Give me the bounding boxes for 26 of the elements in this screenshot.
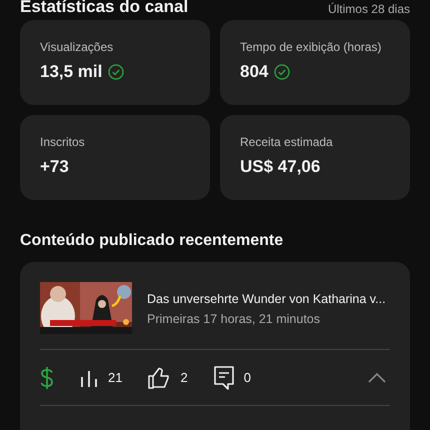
stat-card[interactable]: Visualizações 13,5 mil [20, 20, 210, 105]
stat-card[interactable]: Inscritos +73 [20, 115, 210, 200]
section-title: Conteúdo publicado recentemente [20, 232, 284, 250]
stat-label: Tempo de exibição (horas) [240, 40, 382, 54]
comment-count: 0 [244, 370, 251, 385]
stat-card[interactable]: Tempo de exibição (horas) 804 [220, 20, 410, 105]
comment-icon[interactable] [214, 366, 234, 390]
dollar-icon[interactable] [40, 366, 54, 390]
stat-label: Visualizações [40, 40, 114, 54]
check-circle-icon [274, 64, 290, 80]
stat-value: 13,5 mil [40, 62, 102, 82]
thumbs-up-icon[interactable] [148, 366, 170, 388]
check-circle-icon [108, 64, 124, 80]
stat-card[interactable]: Receita estimada US$ 47,06 [220, 115, 410, 200]
video-card[interactable]: Das unversehrte Wunder von Katharina v... Primeiras 17 horas, 21 minutos 21 2 0 [20, 262, 410, 430]
like-count: 2 [180, 370, 188, 385]
bar-chart-icon[interactable] [80, 368, 98, 386]
stat-label: Receita estimada [240, 135, 334, 149]
period-label: Últimos 28 dias [328, 2, 410, 16]
stat-label: Inscritos [40, 135, 86, 149]
video-meta: Primeiras 17 horas, 21 minutos [147, 312, 321, 326]
view-count: 21 [108, 370, 122, 385]
stat-value: 804 [240, 62, 268, 82]
stat-value: +73 [40, 157, 69, 177]
video-title[interactable]: Das unversehrte Wunder von Katharina v... [147, 292, 386, 306]
stat-value: US$ 47,06 [240, 157, 320, 177]
